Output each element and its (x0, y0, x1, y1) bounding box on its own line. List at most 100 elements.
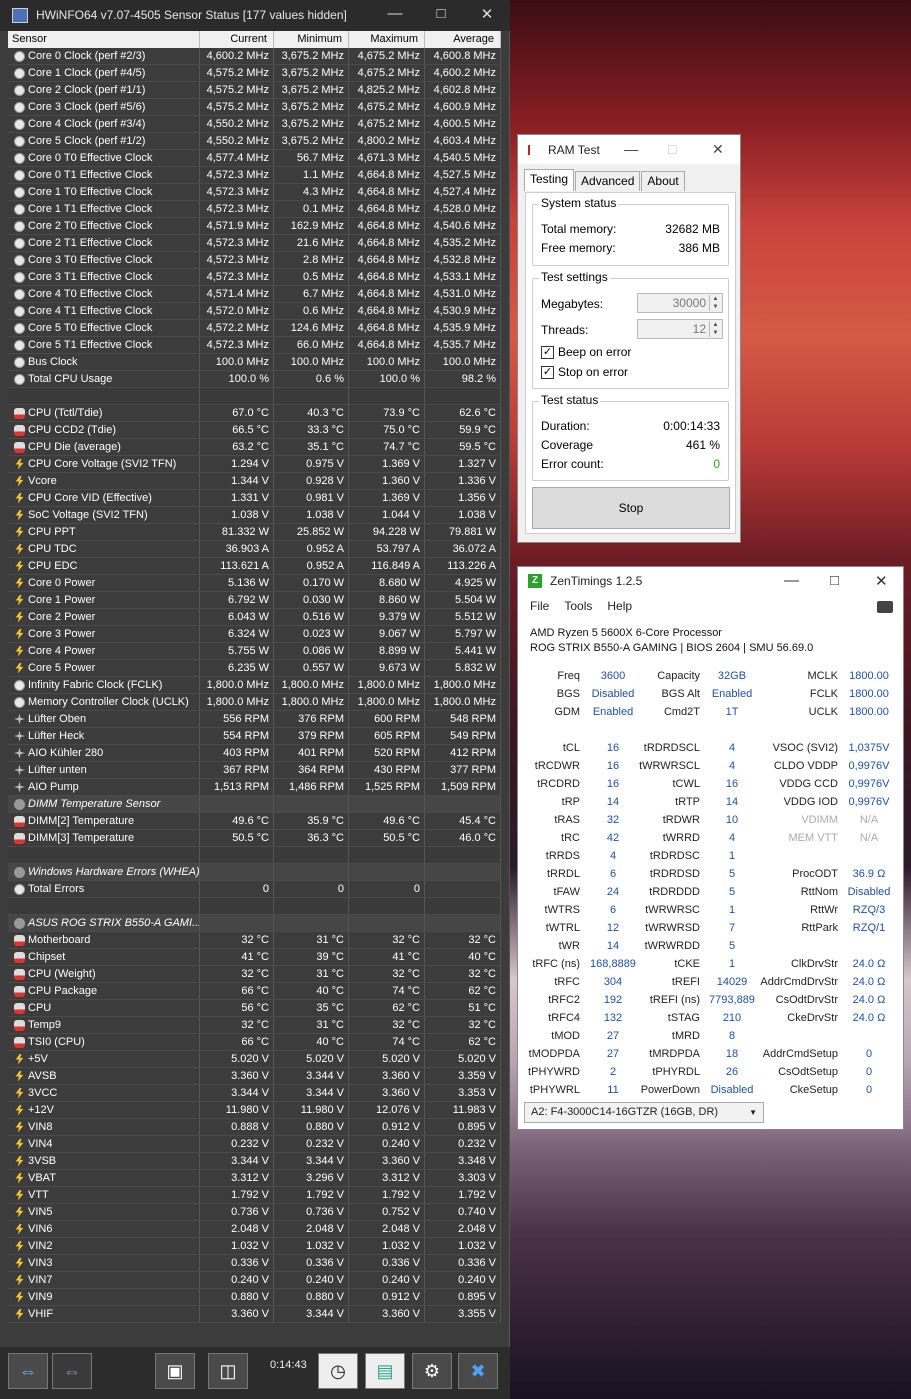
ramtest-minimize-icon[interactable]: — (624, 141, 638, 157)
sensor-row[interactable]: Chipset 41 °C 39 °C 41 °C 40 °C (8, 949, 501, 966)
sensor-row[interactable]: Core 2 Clock (perf #1/1) 4,575.2 MHz 3,675… (8, 82, 501, 99)
sensor-row[interactable]: Lüfter unten 367 RPM 364 RPM 430 RPM 377 RPM (8, 762, 501, 779)
menu-help[interactable]: Help (607, 599, 632, 617)
sensor-row[interactable]: Core 4 T1 Effective Clock 4,572.0 MHz 0.6 … (8, 303, 501, 320)
megabytes-field[interactable]: 30000 ▲ ▼ (637, 293, 723, 313)
sensor-row[interactable]: CPU Core VID (Effective) 1.331 V 0.981 V 1.… (8, 490, 501, 507)
sensor-row[interactable]: SoC Voltage (SVI2 TFN) 1.038 V 1.038 V 1.04… (8, 507, 501, 524)
sensor-row[interactable]: AVSB 3.360 V 3.344 V 3.360 V 3.359 V (8, 1068, 501, 1085)
sensor-row[interactable]: CPU Die (average) 63.2 °C 35.1 °C 74.7 °C 59… (8, 439, 501, 456)
sensor-row[interactable]: AIO Kühler 280 403 RPM 401 RPM 520 RPM 412 R… (8, 745, 501, 762)
sensor-row[interactable]: Core 4 T0 Effective Clock 4,571.4 MHz 6.7 … (8, 286, 501, 303)
header-average[interactable]: Average (425, 31, 501, 48)
sensor-row[interactable]: Core 3 Clock (perf #5/6) 4,575.2 MHz 3,675… (8, 99, 501, 116)
sensor-row[interactable]: Vcore 1.344 V 0.928 V 1.360 V 1.336 V (8, 473, 501, 490)
sensor-row[interactable]: Core 5 Clock (perf #1/2) 4,550.2 MHz 3,675… (8, 133, 501, 150)
header-current[interactable]: Current (200, 31, 274, 48)
monitor-icon[interactable]: ▣ (155, 1353, 195, 1389)
sensor-row[interactable]: Core 3 Power 6.324 W 0.023 W 9.067 W 5.797 W (8, 626, 501, 643)
zen-maximize-icon[interactable]: □ (830, 572, 839, 589)
zen-close-icon[interactable]: ✕ (875, 572, 888, 590)
sensor-row[interactable]: VIN9 0.880 V 0.880 V 0.912 V 0.895 V (8, 1289, 501, 1306)
sensor-row[interactable]: VIN5 0.736 V 0.736 V 0.752 V 0.740 V (8, 1204, 501, 1221)
hwinfo-titlebar[interactable]: HWiNFO64 v7.07-4505 Sensor Status [177 v… (0, 0, 510, 31)
sensor-row[interactable]: Total Errors 0 0 0 (8, 881, 501, 898)
sensor-row[interactable]: Lüfter Heck 554 RPM 379 RPM 605 RPM 549 RPM (8, 728, 501, 745)
threads-field[interactable]: 12 ▲ ▼ (637, 319, 723, 339)
sensor-row[interactable]: VIN7 0.240 V 0.240 V 0.240 V 0.240 V (8, 1272, 501, 1289)
sensor-row[interactable]: Core 1 Clock (perf #4/5) 4,575.2 MHz 3,675… (8, 65, 501, 82)
sensor-row[interactable]: Windows Hardware Errors (WHEA) (8, 864, 501, 881)
sensor-row[interactable]: Core 1 Power 6.792 W 0.030 W 8.860 W 5.504 W (8, 592, 501, 609)
sensor-row[interactable]: CPU Package 66 °C 40 °C 74 °C 62 °C (8, 983, 501, 1000)
sensor-row[interactable] (8, 847, 501, 864)
minimize-icon[interactable]: — (380, 5, 410, 25)
sensor-row[interactable] (8, 898, 501, 915)
sensor-row[interactable]: CPU CCD2 (Tdie) 66.5 °C 33.3 °C 75.0 °C 59.9… (8, 422, 501, 439)
sensor-row[interactable]: 3VCC 3.344 V 3.344 V 3.360 V 3.353 V (8, 1085, 501, 1102)
sensor-row[interactable]: VBAT 3.312 V 3.296 V 3.312 V 3.303 V (8, 1170, 501, 1187)
sensor-row[interactable]: CPU Core Voltage (SVI2 TFN) 1.294 V 0.975 … (8, 456, 501, 473)
close-icon[interactable]: ✕ (472, 5, 502, 25)
tab-about[interactable]: About (641, 171, 685, 191)
sensor-row[interactable]: Infinity Fabric Clock (FCLK) 1,800.0 MHz 1… (8, 677, 501, 694)
sensor-row[interactable]: VIN2 1.032 V 1.032 V 1.032 V 1.032 V (8, 1238, 501, 1255)
sensor-row[interactable]: +12V 11.980 V 11.980 V 12.076 V 11.983 V (8, 1102, 501, 1119)
clock-icon[interactable]: ◷ (318, 1353, 358, 1389)
navigate-arrows-icon[interactable]: ⇔ (8, 1353, 48, 1389)
header-minimum[interactable]: Minimum (274, 31, 349, 48)
header-maximum[interactable]: Maximum (349, 31, 425, 48)
sensor-row[interactable]: VIN3 0.336 V 0.336 V 0.336 V 0.336 V (8, 1255, 501, 1272)
sensor-row[interactable]: CPU 56 °C 35 °C 62 °C 51 °C (8, 1000, 501, 1017)
sensor-row[interactable]: Temp9 32 °C 31 °C 32 °C 32 °C (8, 1017, 501, 1034)
close-x-icon[interactable]: ✖ (458, 1353, 498, 1389)
sensor-row[interactable]: DIMM[3] Temperature 50.5 °C 36.3 °C 50.5 °C… (8, 830, 501, 847)
maximize-icon[interactable]: □ (426, 5, 456, 25)
sensor-row[interactable]: Core 3 T0 Effective Clock 4,572.3 MHz 2.8 … (8, 252, 501, 269)
tab-testing[interactable]: Testing (524, 169, 575, 191)
sensor-row[interactable]: Core 5 T0 Effective Clock 4,572.2 MHz 124.… (8, 320, 501, 337)
navigate-arrows-alt-icon[interactable]: ⇔ (52, 1353, 92, 1389)
sensor-row[interactable]: VIN6 2.048 V 2.048 V 2.048 V 2.048 V (8, 1221, 501, 1238)
sensor-row[interactable]: +5V 5.020 V 5.020 V 5.020 V 5.020 V (8, 1051, 501, 1068)
header-sensor[interactable]: Sensor (8, 31, 200, 48)
sensor-row[interactable]: CPU EDC 113.621 A 0.952 A 116.849 A 113.226 … (8, 558, 501, 575)
screenshot-camera-icon[interactable] (877, 601, 893, 613)
menu-tools[interactable]: Tools (564, 599, 592, 617)
sensor-row[interactable]: Core 0 Power 5.136 W 0.170 W 8.680 W 4.925 W (8, 575, 501, 592)
ramtest-titlebar[interactable]: RAM Test — □ ✕ (518, 135, 740, 164)
settings-gear-icon[interactable]: ⚙ (412, 1353, 452, 1389)
sensor-row[interactable]: Core 1 T0 Effective Clock 4,572.3 MHz 4.3 … (8, 184, 501, 201)
sensor-row[interactable]: DIMM Temperature Sensor (8, 796, 501, 813)
sensor-row[interactable]: Core 5 T1 Effective Clock 4,572.3 MHz 66.0… (8, 337, 501, 354)
sensor-row[interactable]: VTT 1.792 V 1.792 V 1.792 V 1.792 V (8, 1187, 501, 1204)
sensor-row[interactable]: Core 2 Power 6.043 W 0.516 W 9.379 W 5.512 W (8, 609, 501, 626)
tab-advanced[interactable]: Advanced (575, 171, 641, 191)
sensor-row[interactable]: Core 2 T1 Effective Clock 4,572.3 MHz 21.6… (8, 235, 501, 252)
sensor-row[interactable]: Core 3 T1 Effective Clock 4,572.3 MHz 0.5 … (8, 269, 501, 286)
sensor-row[interactable]: DIMM[2] Temperature 49.6 °C 35.9 °C 49.6 °C… (8, 813, 501, 830)
sensor-row[interactable] (8, 388, 501, 405)
sensor-row[interactable]: TSI0 (CPU) 66 °C 40 °C 74 °C 62 °C (8, 1034, 501, 1051)
threads-spinner-icon[interactable]: ▲ ▼ (709, 321, 721, 337)
sensor-row[interactable]: Memory Controller Clock (UCLK) 1,800.0 MH… (8, 694, 501, 711)
stop-button[interactable]: Stop (532, 487, 730, 529)
sensor-row[interactable]: Motherboard 32 °C 31 °C 32 °C 32 °C (8, 932, 501, 949)
beep-on-error-checkbox[interactable]: ✓ Beep on error (541, 345, 631, 359)
sensor-row[interactable]: CPU TDC 36.903 A 0.952 A 53.797 A 36.072 A (8, 541, 501, 558)
sensor-row[interactable]: Lüfter Oben 556 RPM 376 RPM 600 RPM 548 RPM (8, 711, 501, 728)
sensor-row[interactable]: Core 5 Power 6.235 W 0.557 W 9.673 W 5.832 W (8, 660, 501, 677)
sensor-row[interactable]: Core 2 T0 Effective Clock 4,571.9 MHz 162.… (8, 218, 501, 235)
sensor-row[interactable]: Bus Clock 100.0 MHz 100.0 MHz 100.0 MHz 100.… (8, 354, 501, 371)
stop-on-error-checkbox[interactable]: ✓ Stop on error (541, 365, 628, 379)
sensor-row[interactable]: Total CPU Usage 100.0 % 0.6 % 100.0 % 98.2 % (8, 371, 501, 388)
ramtest-close-icon[interactable]: ✕ (712, 141, 724, 158)
sensor-row[interactable]: Core 0 Clock (perf #2/3) 4,600.2 MHz 3,675… (8, 48, 501, 65)
zen-minimize-icon[interactable]: — (784, 572, 799, 589)
sensor-row[interactable]: Core 0 T0 Effective Clock 4,577.4 MHz 56.7… (8, 150, 501, 167)
sensor-row[interactable]: Core 4 Power 5.755 W 0.086 W 8.899 W 5.441 W (8, 643, 501, 660)
sensor-row[interactable]: Core 1 T1 Effective Clock 4,572.3 MHz 0.1 … (8, 201, 501, 218)
sensor-row[interactable]: CPU (Weight) 32 °C 31 °C 32 °C 32 °C (8, 966, 501, 983)
sensor-row[interactable]: 3VSB 3.344 V 3.344 V 3.360 V 3.348 V (8, 1153, 501, 1170)
sensor-row[interactable]: Core 0 T1 Effective Clock 4,572.3 MHz 1.1 … (8, 167, 501, 184)
